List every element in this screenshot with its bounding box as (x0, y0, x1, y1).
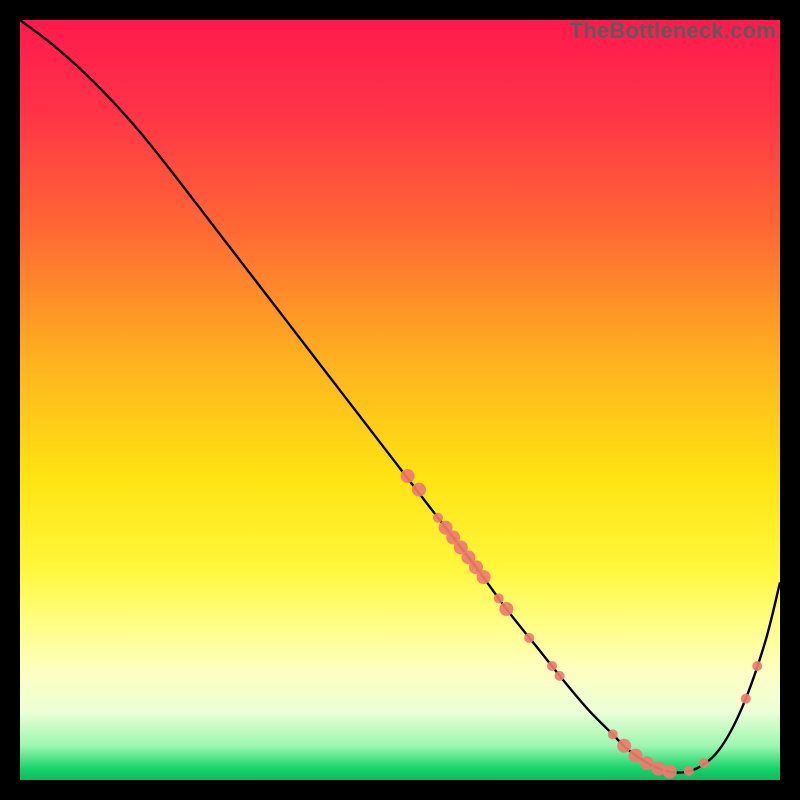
highlight-marker (684, 766, 694, 776)
chart-frame: TheBottleneck.com (20, 20, 780, 780)
highlight-marker (555, 671, 565, 681)
highlight-marker (608, 729, 618, 739)
highlight-marker (752, 661, 762, 671)
gradient-background (20, 20, 780, 780)
highlight-marker (494, 593, 504, 603)
highlight-marker (617, 739, 631, 753)
highlight-marker (741, 694, 751, 704)
highlight-marker (524, 633, 534, 643)
chart-svg (20, 20, 780, 780)
highlight-marker (499, 602, 513, 616)
watermark-text: TheBottleneck.com (570, 18, 776, 44)
highlight-marker (699, 758, 709, 768)
highlight-marker (412, 483, 426, 497)
highlight-marker (663, 765, 677, 779)
highlight-marker (433, 513, 443, 523)
highlight-marker (629, 749, 643, 763)
highlight-marker (547, 661, 557, 671)
highlight-marker (477, 570, 491, 584)
highlight-marker (401, 469, 415, 483)
